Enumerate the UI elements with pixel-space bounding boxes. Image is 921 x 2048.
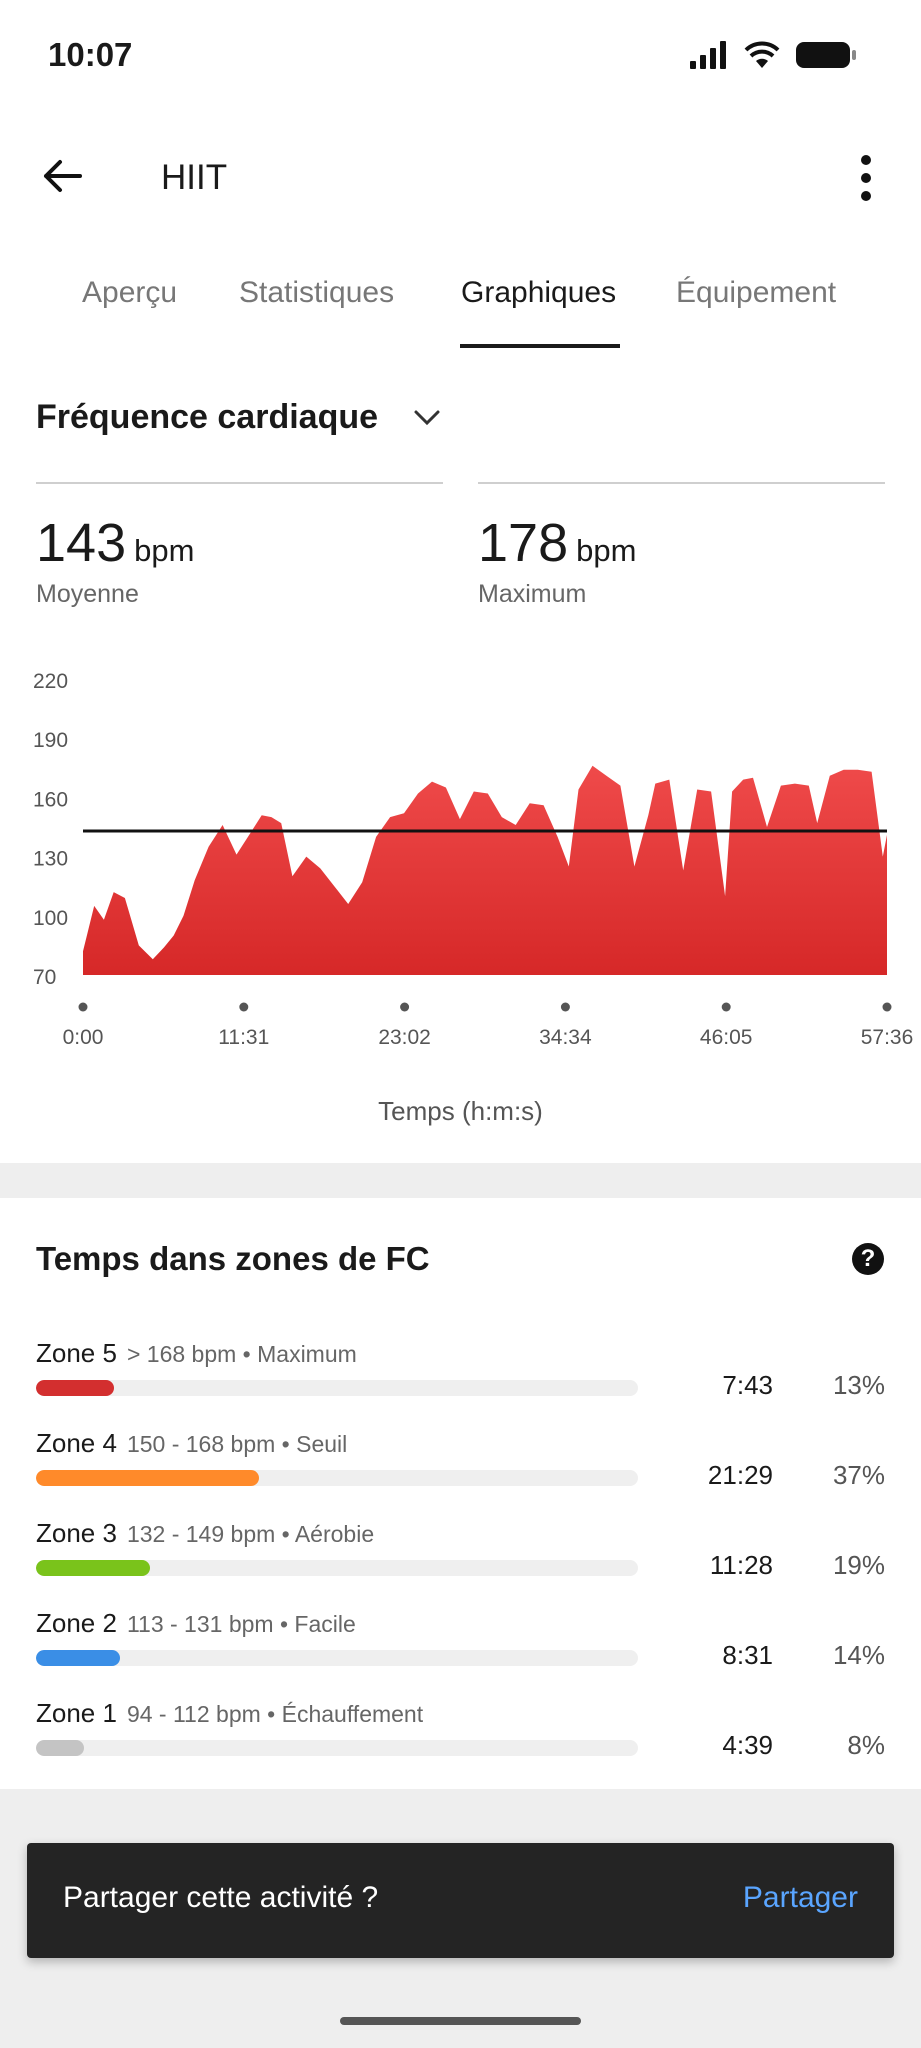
heart-rate-area (83, 765, 887, 975)
zone-progress-track (36, 1380, 638, 1396)
divider (36, 482, 443, 484)
zone-row: Zone 1 94 - 112 bpm • Échauffement 4:39 8% (0, 1698, 921, 1788)
snackbar-message: Partager cette activité ? (63, 1881, 379, 1914)
zone-range: 132 - 149 bpm • Aérobie (126, 1521, 375, 1547)
x-tick-dot (78, 1002, 88, 1012)
y-tick-label: 220 (33, 670, 68, 693)
max-hr-label: Maximum (478, 580, 587, 608)
zone-percent: 19% (832, 1550, 885, 1580)
y-tick-label: 70 (33, 966, 56, 989)
battery-icon (796, 42, 856, 68)
signal-icon (690, 41, 726, 69)
zones-title: Temps dans zones de FC (36, 1240, 430, 1277)
zone-time: 21:29 (707, 1460, 773, 1490)
x-tick-label: 46:05 (700, 1026, 753, 1049)
zone-progress-track (36, 1650, 638, 1666)
zone-time: 11:28 (709, 1550, 773, 1580)
metric-dropdown[interactable]: Fréquence cardiaque (36, 398, 378, 437)
x-tick-label: 34:34 (539, 1026, 592, 1049)
x-tick-dot (721, 1002, 731, 1012)
back-arrow-icon[interactable] (40, 154, 84, 198)
zone-progress-fill (36, 1650, 121, 1666)
help-icon[interactable]: ? (852, 1243, 884, 1275)
zone-range: 113 - 131 bpm • Facile (126, 1611, 356, 1637)
max-hr-value: 178 bpm (478, 513, 637, 573)
zone-name: Zone 3 132 - 149 bpm • Aérobie (36, 1518, 375, 1548)
average-hr-value: 143 bpm (36, 513, 195, 573)
share-snackbar: Partager cette activité ? Partager (27, 1843, 894, 1958)
y-tick-label: 100 (33, 907, 68, 930)
zone-row: Zone 4 150 - 168 bpm • Seuil 21:29 37% (0, 1428, 921, 1518)
tab-graphiques[interactable]: Graphiques (461, 276, 616, 310)
x-tick-label: 57:36 (861, 1026, 914, 1049)
divider (478, 482, 885, 484)
zone-name: Zone 2 113 - 131 bpm • Facile (36, 1608, 356, 1638)
tab-apercu[interactable]: Aperçu (82, 276, 177, 310)
tab-equipement[interactable]: Équipement (676, 276, 836, 310)
home-indicator[interactable] (340, 2017, 581, 2025)
zone-time: 7:43 (722, 1370, 773, 1400)
x-tick-label: 23:02 (378, 1026, 431, 1049)
x-tick-label: 11:31 (218, 1026, 269, 1049)
zone-percent: 14% (832, 1640, 885, 1670)
y-tick-label: 190 (33, 729, 68, 752)
x-tick-dot (400, 1002, 410, 1012)
average-hr-label: Moyenne (36, 580, 139, 608)
zone-row: Zone 5 > 168 bpm • Maximum 7:43 13% (0, 1338, 921, 1428)
more-options-icon[interactable] (859, 155, 873, 201)
y-tick-label: 160 (33, 788, 68, 811)
zone-progress-track (36, 1740, 638, 1756)
zone-percent: 8% (847, 1730, 885, 1760)
x-axis-title: Temps (h:m:s) (378, 1096, 543, 1126)
y-tick-label: 130 (33, 848, 68, 871)
zone-progress-fill (36, 1470, 259, 1486)
zone-percent: 37% (832, 1460, 885, 1490)
zone-range: 94 - 112 bpm • Échauffement (126, 1701, 424, 1727)
zone-name: Zone 1 94 - 112 bpm • Échauffement (36, 1698, 424, 1728)
zone-time: 4:39 (722, 1730, 773, 1760)
zone-progress-track (36, 1470, 638, 1486)
zone-progress-fill (36, 1380, 115, 1396)
tab-statistiques[interactable]: Statistiques (239, 276, 394, 310)
x-tick-dot (239, 1002, 249, 1012)
zone-progress-track (36, 1560, 638, 1576)
x-tick-dot (882, 1002, 892, 1012)
x-tick-dot (560, 1002, 570, 1012)
zone-range: > 168 bpm • Maximum (126, 1341, 357, 1367)
zone-range: 150 - 168 bpm • Seuil (126, 1431, 348, 1457)
zone-progress-fill (36, 1740, 85, 1756)
zone-name: Zone 5 > 168 bpm • Maximum (36, 1338, 357, 1368)
page-title: HIIT (161, 158, 228, 197)
zone-progress-fill (36, 1560, 151, 1576)
status-time: 10:07 (48, 36, 133, 73)
zone-percent: 13% (832, 1370, 885, 1400)
share-button[interactable]: Partager (743, 1881, 858, 1915)
x-tick-label: 0:00 (63, 1026, 104, 1049)
zone-time: 8:31 (722, 1640, 773, 1670)
status-icons (689, 40, 857, 70)
active-tab-indicator (460, 344, 620, 348)
wifi-icon (744, 41, 780, 68)
section-divider (0, 1163, 921, 1198)
zone-row: Zone 3 132 - 149 bpm • Aérobie 11:28 19% (0, 1518, 921, 1608)
chevron-down-icon[interactable] (412, 402, 442, 432)
zone-row: Zone 2 113 - 131 bpm • Facile 8:31 14% (0, 1608, 921, 1698)
heart-rate-chart[interactable]: 220 190 160 130 100 70 0:00 11:31 23:02 34:34 46:0… (0, 650, 921, 1130)
zone-name: Zone 4 150 - 168 bpm • Seuil (36, 1428, 348, 1458)
